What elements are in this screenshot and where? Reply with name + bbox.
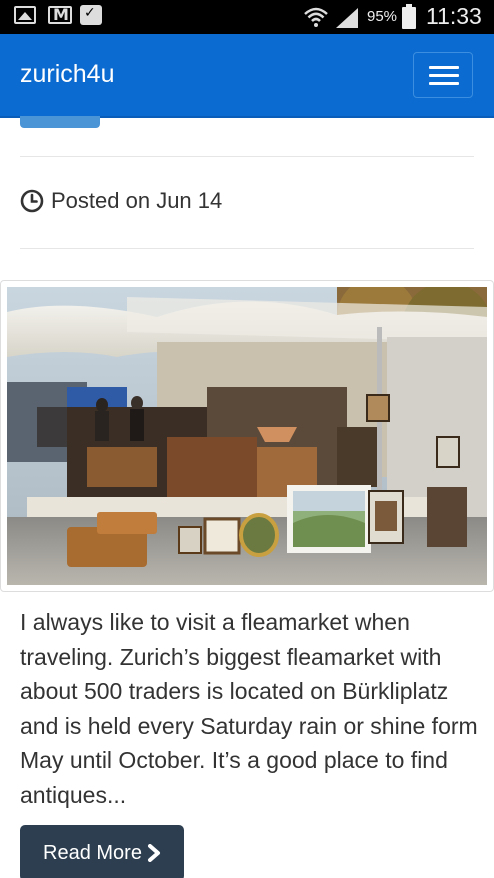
clock-time: 11:33 <box>426 3 482 29</box>
clock-icon <box>20 189 44 213</box>
chevron-right-icon <box>147 844 160 862</box>
post-image[interactable] <box>0 280 494 592</box>
wifi-icon <box>304 7 328 27</box>
divider <box>20 156 474 157</box>
fleamarket-photo <box>7 287 487 585</box>
posted-date: Posted on Jun 14 <box>51 188 223 213</box>
navbar: zurich4u <box>0 34 494 118</box>
shopping-bag-icon <box>80 5 102 25</box>
battery-icon <box>402 4 416 29</box>
divider <box>20 248 474 249</box>
category-tag[interactable] <box>20 116 100 128</box>
navbar-toggle-button[interactable] <box>413 52 473 98</box>
status-bar: 95% 11:33 <box>0 0 494 34</box>
signal-icon <box>336 8 358 28</box>
read-more-label: Read More <box>43 841 142 864</box>
post-excerpt: I always like to visit a fleamarket when… <box>20 609 478 808</box>
image-icon <box>14 6 36 24</box>
hamburger-menu-icon <box>429 66 459 69</box>
brand-link[interactable]: zurich4u <box>20 60 115 89</box>
hamburger-bar <box>429 74 459 77</box>
gmail-icon <box>48 5 72 24</box>
read-more-button[interactable]: Read More <box>20 825 184 878</box>
post-meta: Posted on Jun 14 <box>20 188 222 214</box>
battery-percent: 95% <box>367 8 398 25</box>
hamburger-bar <box>429 82 459 85</box>
